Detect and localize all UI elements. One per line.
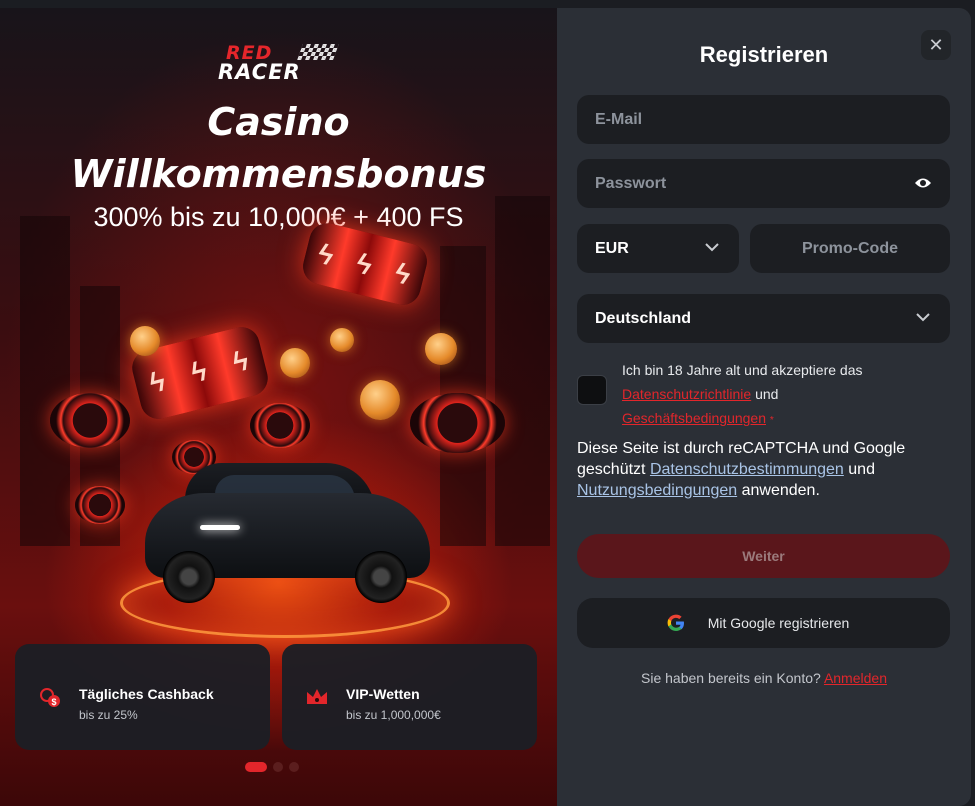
crown-icon	[307, 689, 327, 704]
coin-graphic	[280, 348, 310, 378]
google-signup-label: Mit Google registrieren	[707, 615, 850, 631]
feature-subtitle: bis zu 25%	[79, 708, 138, 722]
password-field[interactable]: Passwort	[577, 159, 950, 208]
currency-select[interactable]: EUR	[577, 224, 739, 273]
coin-graphic	[130, 326, 160, 356]
country-select[interactable]: Deutschland	[577, 294, 950, 343]
casino-chip-graphic	[75, 486, 125, 524]
next-button[interactable]: Weiter	[577, 534, 950, 578]
cashback-icon: $	[40, 688, 60, 707]
checkered-flag-icon	[297, 44, 339, 60]
carousel-indicators	[245, 762, 299, 772]
promo-title-line-2: Willkommensbonus	[70, 152, 487, 196]
promo-panel: RED RACER Casino Willkommensbonus 300% b…	[0, 8, 557, 806]
password-placeholder: Passwort	[595, 175, 667, 192]
terms-and: und	[755, 386, 779, 402]
feature-card-cashback: $ Tägliches Cashback bis zu 25%	[15, 644, 270, 750]
feature-subtitle: bis zu 1,000,000€	[346, 708, 441, 722]
country-value: Deutschland	[595, 310, 692, 327]
promo-code-placeholder: Promo-Code	[802, 240, 898, 257]
casino-chip-graphic	[250, 403, 310, 448]
age-terms-checkbox[interactable]	[577, 375, 607, 405]
feature-card-vip: VIP-Wetten bis zu 1,000,000€	[282, 644, 537, 750]
registration-modal: RED RACER Casino Willkommensbonus 300% b…	[0, 8, 971, 806]
currency-value: EUR	[595, 240, 629, 257]
coin-graphic	[360, 380, 400, 420]
captcha-terms-link[interactable]: Nutzungsbedingungen	[577, 482, 737, 499]
coin-graphic	[425, 333, 457, 365]
terms-text: Ich bin 18 Jahre alt und akzeptiere das …	[622, 358, 952, 433]
brand-logo: RED RACER	[216, 42, 340, 86]
terms-text-intro: Ich bin 18 Jahre alt und akzeptiere das	[622, 362, 863, 378]
casino-chip-graphic	[50, 393, 130, 448]
chevron-down-icon	[705, 243, 719, 252]
login-prompt-text: Sie haben bereits ein Konto?	[641, 670, 821, 686]
form-title: Registrieren	[699, 42, 829, 67]
email-placeholder: E-Mail	[595, 111, 643, 128]
casino-chip-graphic	[410, 393, 505, 453]
background-tower	[20, 216, 70, 546]
captcha-privacy-link[interactable]: Datenschutzbestimmungen	[650, 461, 844, 478]
svg-text:$: $	[51, 697, 56, 707]
login-prompt: Sie haben bereits ein Konto? Anmelden	[557, 670, 971, 686]
terms-link[interactable]: Geschäftsbedingungen	[622, 410, 766, 426]
eye-icon[interactable]	[914, 176, 932, 190]
required-mark: *	[769, 415, 774, 426]
captcha-and: und	[848, 461, 875, 478]
promo-title-line-1: Casino	[207, 100, 350, 144]
carousel-dot-active[interactable]	[245, 762, 267, 772]
promo-code-field[interactable]: Promo-Code	[750, 224, 950, 273]
logo-line-2: RACER	[218, 60, 301, 84]
feature-title: Tägliches Cashback	[79, 686, 214, 702]
captcha-text-end: anwenden.	[741, 482, 820, 499]
feature-title: VIP-Wetten	[346, 686, 420, 702]
chevron-down-icon	[916, 313, 930, 322]
google-signup-button[interactable]: Mit Google registrieren	[577, 598, 950, 648]
google-icon	[667, 614, 684, 631]
carousel-dot[interactable]	[273, 762, 283, 772]
carousel-dot[interactable]	[289, 762, 299, 772]
car-graphic	[145, 463, 430, 603]
recaptcha-notice: Diese Seite ist durch reCAPTCHA und Goog…	[577, 438, 962, 501]
registration-form: ✕ Registrieren E-Mail Passwort EUR Promo…	[557, 8, 971, 806]
privacy-policy-link[interactable]: Datenschutzrichtlinie	[622, 386, 751, 402]
login-link[interactable]: Anmelden	[824, 670, 887, 686]
promo-subtitle: 300% bis zu 10,000€ + 400 FS	[93, 202, 464, 232]
background-tower	[495, 196, 550, 546]
coin-graphic	[330, 328, 354, 352]
email-field[interactable]: E-Mail	[577, 95, 950, 144]
